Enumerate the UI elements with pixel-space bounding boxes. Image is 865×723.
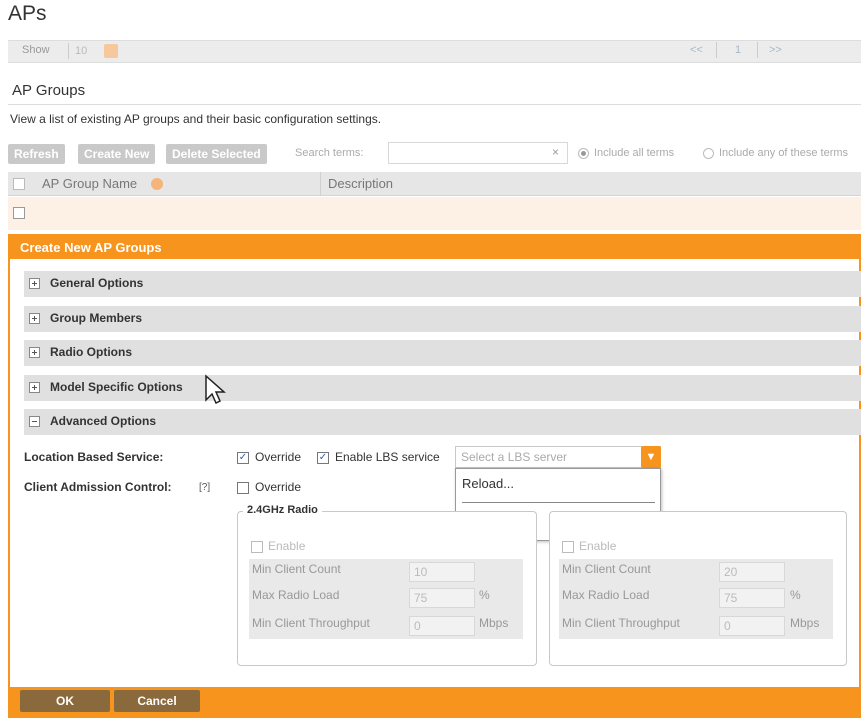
pager-next-link[interactable]: >> <box>769 44 782 56</box>
min-client-count-label: Min Client Count <box>252 562 341 576</box>
min-client-throughput-input[interactable]: 0 <box>719 616 785 636</box>
section-title: AP Groups <box>12 82 86 99</box>
min-client-count-input[interactable]: 10 <box>409 562 475 582</box>
lbs-label: Location Based Service: <box>24 450 164 464</box>
column-header-ap-group-name[interactable]: AP Group Name <box>42 176 137 191</box>
max-radio-load-input[interactable]: 75 <box>719 588 785 608</box>
column-divider <box>320 172 321 196</box>
lbs-override-checkbox[interactable]: ✓ <box>237 452 249 464</box>
general-options-header[interactable] <box>24 271 861 297</box>
lbs-override-label: Override <box>255 450 302 464</box>
include-any-terms-label: Include any of these terms <box>719 147 849 159</box>
show-bar <box>8 40 861 63</box>
max-radio-load-label: Max Radio Load <box>562 588 650 602</box>
menu-item-reload[interactable]: Reload... <box>462 476 514 491</box>
min-client-throughput-label: Min Client Throughput <box>562 616 680 630</box>
percent-unit: % <box>790 588 801 602</box>
group-members-label: Group Members <box>50 311 143 325</box>
min-client-count-label: Min Client Count <box>562 562 651 576</box>
advanced-options-label: Advanced Options <box>50 414 157 428</box>
ok-button[interactable]: OK <box>20 690 110 712</box>
expand-plus-icon[interactable] <box>29 313 40 324</box>
show-count-select[interactable]: 10 <box>68 43 102 59</box>
pager-divider <box>757 42 758 58</box>
create-new-button[interactable]: Create New <box>78 144 156 164</box>
clear-icon[interactable]: × <box>552 145 559 159</box>
percent-unit: % <box>479 588 490 602</box>
section-divider <box>8 104 861 105</box>
min-client-count-input[interactable]: 20 <box>719 562 785 582</box>
pager-divider <box>716 42 717 58</box>
search-input[interactable] <box>388 142 568 164</box>
include-all-terms-label: Include all terms <box>594 147 675 159</box>
radio-5ghz-enable-checkbox[interactable] <box>562 541 574 553</box>
cac-label: Client Admission Control: <box>24 480 172 494</box>
radio-options-header[interactable] <box>24 340 861 366</box>
radio-options-label: Radio Options <box>50 345 132 359</box>
expand-plus-icon[interactable] <box>29 347 40 358</box>
row-checkbox[interactable] <box>13 207 25 219</box>
include-any-terms-radio[interactable] <box>703 148 714 159</box>
delete-selected-button[interactable]: Delete Selected <box>166 144 267 164</box>
radio-24ghz-legend: 2.4GHz Radio <box>243 504 322 516</box>
cancel-button[interactable]: Cancel <box>114 690 200 712</box>
expand-plus-icon[interactable] <box>29 382 40 393</box>
search-label: Search terms: <box>295 147 364 159</box>
dialog-title: Create New AP Groups <box>10 236 861 259</box>
enable-lbs-checkbox[interactable]: ✓ <box>317 452 329 464</box>
general-options-label: General Options <box>50 276 144 290</box>
radio-24ghz-enable-label: Enable <box>268 539 306 553</box>
max-radio-load-label: Max Radio Load <box>252 588 340 602</box>
model-specific-options-label: Model Specific Options <box>50 380 183 394</box>
max-radio-load-input[interactable]: 75 <box>409 588 475 608</box>
column-header-description[interactable]: Description <box>328 176 393 191</box>
cac-override-label: Override <box>255 480 302 494</box>
expand-plus-icon[interactable] <box>29 278 40 289</box>
table-row[interactable] <box>8 197 861 230</box>
pager-page-number[interactable]: 1 <box>735 44 741 56</box>
group-members-header[interactable] <box>24 306 861 332</box>
radio-24ghz-enable-checkbox[interactable] <box>251 541 263 553</box>
mbps-unit: Mbps <box>479 616 509 630</box>
collapse-minus-icon[interactable] <box>29 416 40 427</box>
include-all-terms-radio[interactable] <box>578 148 589 159</box>
enable-lbs-label: Enable LBS service <box>335 450 440 464</box>
chevron-down-icon[interactable]: ▼ <box>641 446 661 468</box>
radio-5ghz-enable-label: Enable <box>579 539 617 553</box>
select-all-checkbox[interactable] <box>13 178 25 190</box>
mbps-unit: Mbps <box>790 616 820 630</box>
page-title: APs <box>8 2 47 25</box>
pager-first-link[interactable]: << <box>690 44 703 56</box>
mouse-cursor-icon <box>205 374 226 405</box>
section-description: View a list of existing AP groups and th… <box>10 112 382 126</box>
menu-separator <box>462 502 655 503</box>
refresh-button[interactable]: Refresh <box>8 144 65 164</box>
sort-icon[interactable] <box>151 178 163 190</box>
help-icon[interactable]: [?] <box>199 482 210 493</box>
lbs-server-placeholder: Select a LBS server <box>461 450 568 464</box>
min-client-throughput-input[interactable]: 0 <box>409 616 475 636</box>
show-label: Show <box>22 44 50 56</box>
cac-override-checkbox[interactable] <box>237 482 249 494</box>
min-client-throughput-label: Min Client Throughput <box>252 616 370 630</box>
dropdown-arrow-icon[interactable] <box>104 44 118 58</box>
